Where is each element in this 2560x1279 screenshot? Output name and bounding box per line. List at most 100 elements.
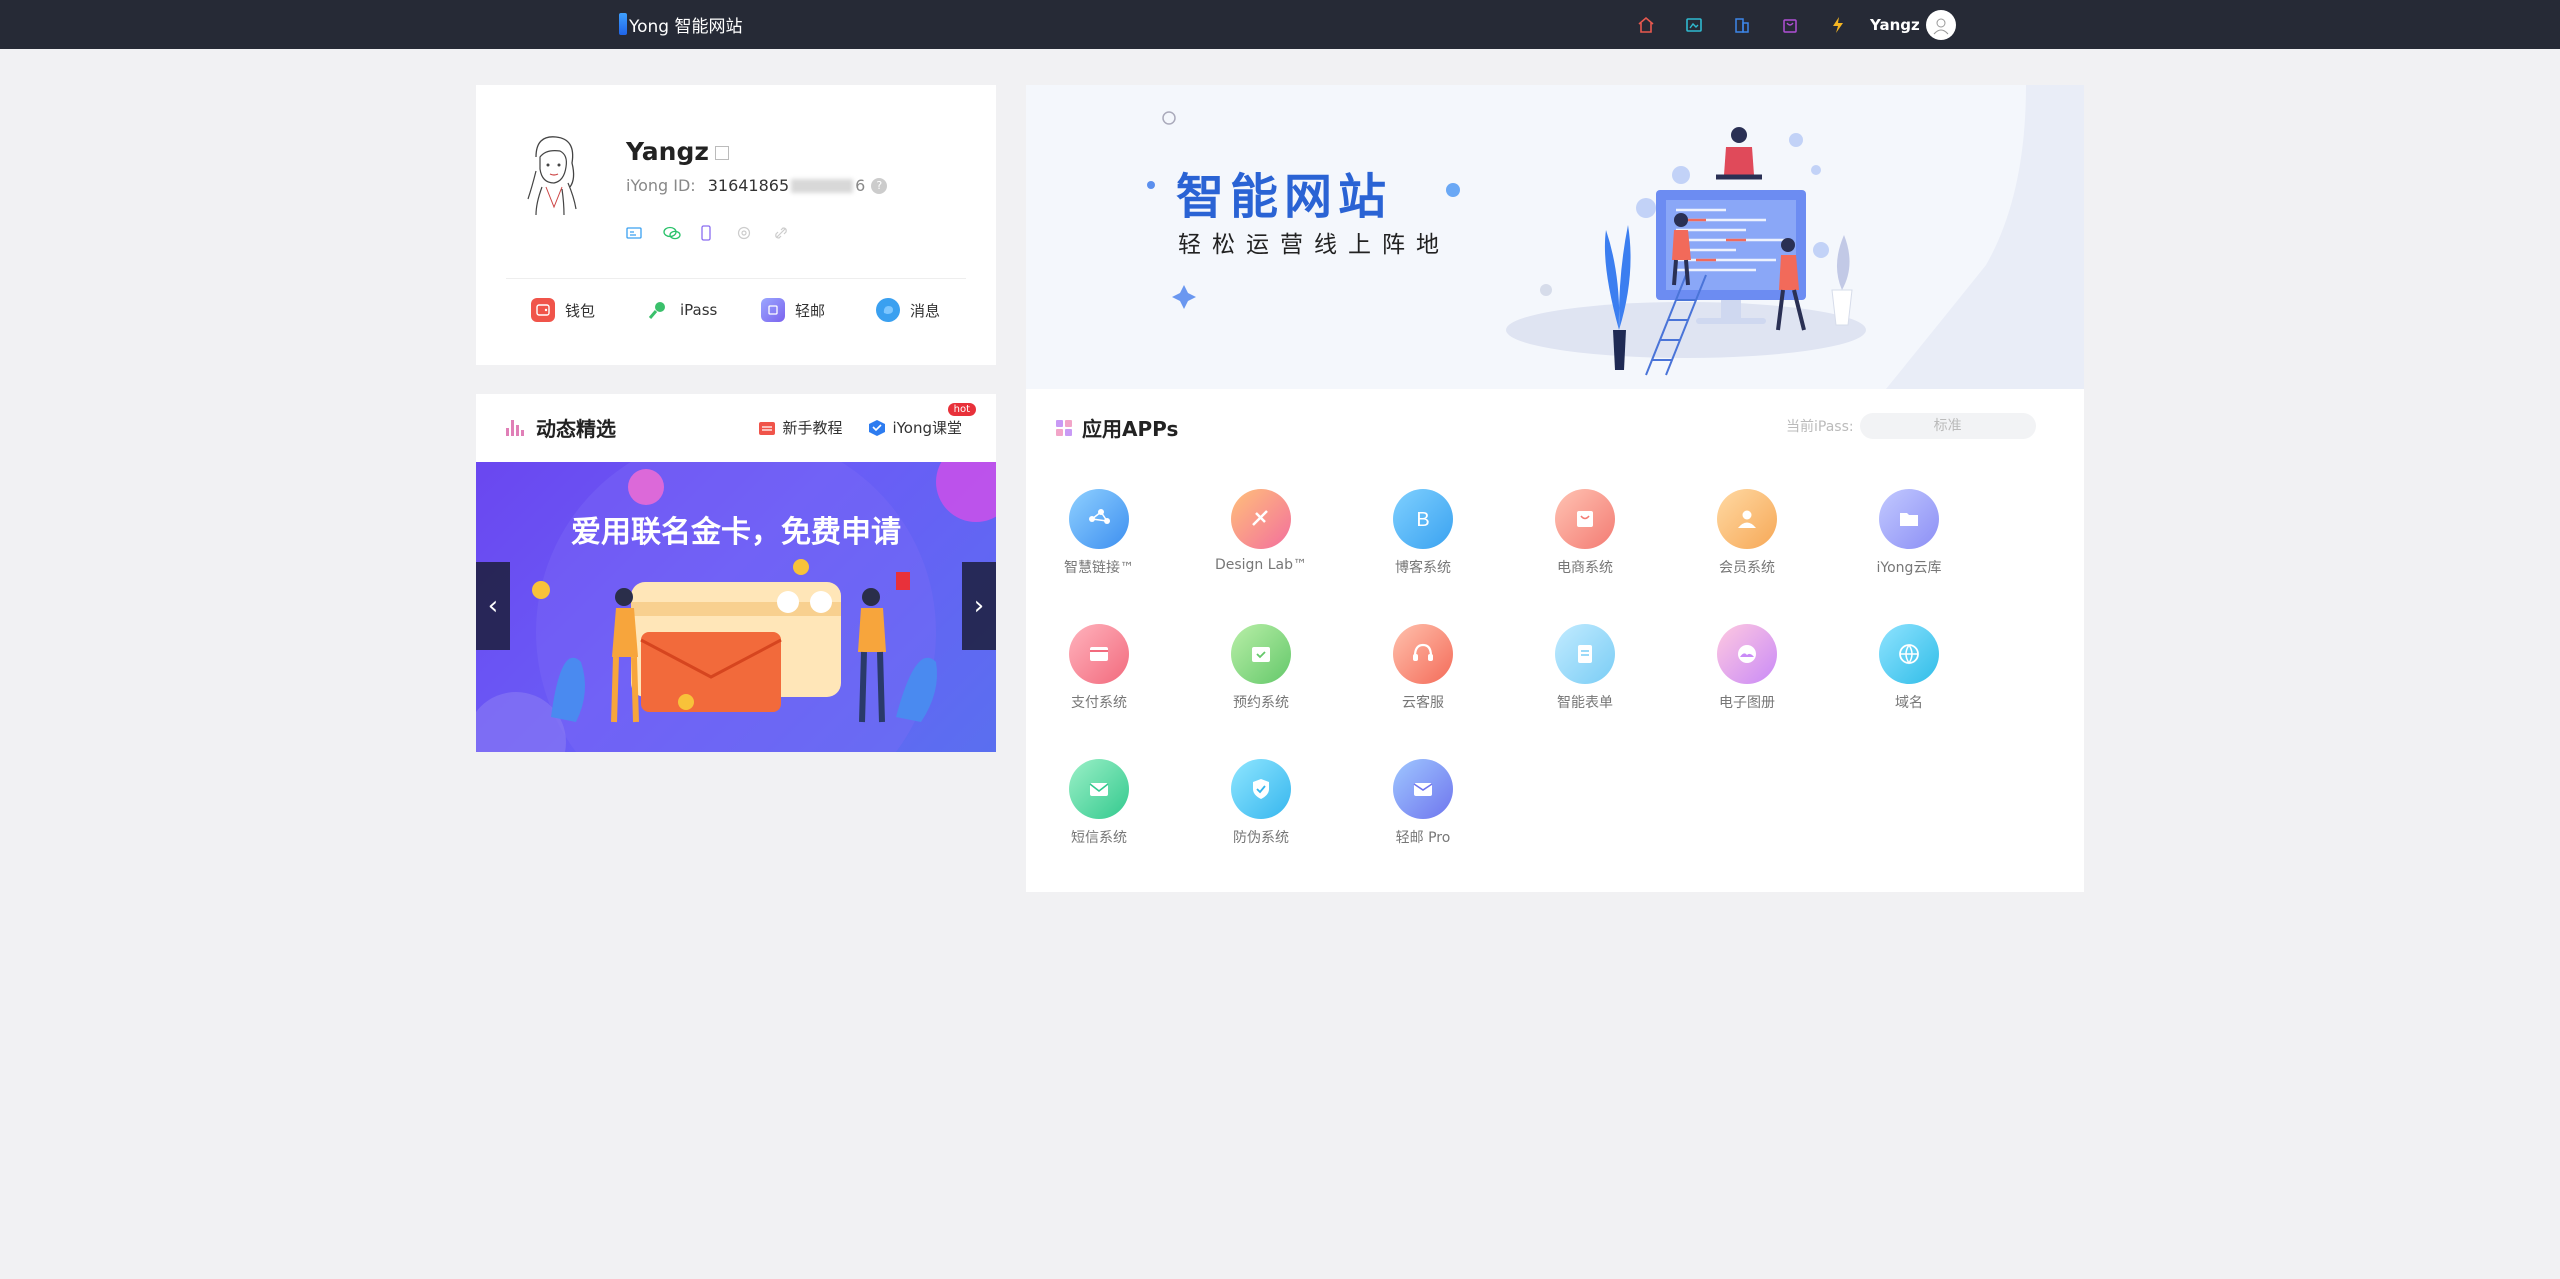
id-suffix: 6 <box>855 176 866 195</box>
app-member[interactable]: 会员系统 <box>1677 489 1817 577</box>
cloud-folder-icon <box>1879 489 1939 549</box>
ipass-label: 当前iPass: <box>1786 419 1854 435</box>
apps-heading: 应用APPs <box>1056 413 1178 442</box>
app-smart-link[interactable]: 智慧链接™ <box>1029 489 1169 577</box>
app-label: 预约系统 <box>1233 695 1289 711</box>
app-label: iYong云库 <box>1876 560 1942 576</box>
app-blog[interactable]: B 博客系统 <box>1353 489 1493 577</box>
customer-service-icon <box>1393 624 1453 684</box>
classroom-label: iYong课堂 <box>892 419 962 437</box>
news-title-text: 动态精选 <box>536 417 616 441</box>
hero-subtitle: 轻松运营线上阵地 <box>1178 232 1450 258</box>
link-icon[interactable] <box>774 223 811 243</box>
app-label: 短信系统 <box>1071 830 1127 846</box>
app-label: 支付系统 <box>1071 695 1127 711</box>
logo-mark-icon <box>619 13 627 35</box>
mail-pro-icon <box>1393 759 1453 819</box>
hot-badge: hot <box>947 403 976 416</box>
building-icon[interactable] <box>1718 10 1766 40</box>
app-domain[interactable]: 域名 <box>1839 624 1979 712</box>
domain-icon <box>1879 624 1939 684</box>
wallet-label: 钱包 <box>565 301 596 320</box>
app-label: 智慧链接™ <box>1064 560 1134 576</box>
banner-prev-button[interactable]: ‹ <box>476 562 510 650</box>
classroom-link[interactable]: iYong课堂 hot <box>868 403 976 438</box>
app-label: 电商系统 <box>1557 560 1613 576</box>
hero-banner: 智能网站 轻松运营线上阵地 <box>1026 85 2084 389</box>
bar-chart-icon <box>506 419 526 436</box>
form-icon <box>1555 624 1615 684</box>
ipass-label: iPass <box>680 301 718 319</box>
app-design-lab[interactable]: Design Lab™ <box>1191 489 1331 573</box>
classroom-icon <box>868 419 886 437</box>
user-avatar[interactable] <box>1925 10 1956 40</box>
tutorial-link[interactable]: 新手教程 <box>758 417 842 438</box>
message-button[interactable]: 消息 <box>876 298 940 322</box>
help-icon[interactable]: ? <box>871 177 888 194</box>
profile-card: Yangz iYong ID: 31641865 6 ? 钱包 iPass 轻邮… <box>476 85 996 365</box>
lightning-icon[interactable] <box>1814 10 1862 40</box>
hero-title: 智能网站 <box>1176 169 1393 225</box>
news-links: 新手教程 iYong课堂 hot <box>732 403 976 438</box>
logo-text: Yong 智能网站 <box>629 16 743 37</box>
message-icon <box>876 298 900 322</box>
bag-icon[interactable] <box>1766 10 1814 40</box>
profile-id: iYong ID: 31641865 6 ? <box>626 176 888 195</box>
home-icon[interactable] <box>1622 10 1670 40</box>
app-customer-service[interactable]: 云客服 <box>1353 624 1493 712</box>
promo-banner[interactable]: 爱用联名金卡，免费申请 ‹ › <box>476 462 996 752</box>
apps-grid-icon <box>1056 419 1072 436</box>
app-payment[interactable]: 支付系统 <box>1029 624 1169 712</box>
app-form[interactable]: 智能表单 <box>1515 624 1655 712</box>
ipass-button[interactable]: iPass <box>646 298 717 322</box>
app-booking[interactable]: 预约系统 <box>1191 624 1331 712</box>
apps-card: 智能网站 轻松运营线上阵地 应用APPs 当前iPass: 标准 智慧链接™ De… <box>1026 85 2084 892</box>
message-label: 消息 <box>910 301 941 320</box>
id-masked-digits <box>791 178 854 193</box>
tutorial-label: 新手教程 <box>782 419 843 437</box>
app-label: 智能表单 <box>1557 695 1613 711</box>
member-icon <box>1717 489 1777 549</box>
mail-label: 轻邮 <box>795 301 826 320</box>
mail-button[interactable]: 轻邮 <box>761 298 825 322</box>
app-label: 博客系统 <box>1395 560 1451 576</box>
top-nav: Yangz <box>1622 10 1956 40</box>
top-bar: Yong 智能网站 Yangz <box>0 0 2560 49</box>
banner-next-button[interactable]: › <box>962 562 996 650</box>
profile-avatar[interactable] <box>506 127 596 217</box>
account-bindings <box>626 223 811 243</box>
app-label: Design Lab™ <box>1214 557 1308 573</box>
blog-icon: B <box>1393 489 1453 549</box>
wallet-button[interactable]: 钱包 <box>531 298 595 322</box>
user-name[interactable]: Yangz <box>1870 16 1920 34</box>
id-label: iYong ID: <box>626 176 696 195</box>
profile-name-text: Yangz <box>626 137 709 166</box>
wallet-icon <box>531 298 555 322</box>
svg-text:B: B <box>1416 509 1429 531</box>
profile-name: Yangz <box>626 137 729 166</box>
smart-link-icon <box>1069 489 1129 549</box>
app-album[interactable]: 电子图册 <box>1677 624 1817 712</box>
app-label: 防伪系统 <box>1233 830 1289 846</box>
phone-icon[interactable] <box>700 223 737 243</box>
id-card-icon[interactable] <box>626 223 663 243</box>
gallery-icon[interactable] <box>1670 10 1718 40</box>
wechat-icon[interactable] <box>663 223 700 243</box>
profile-divider <box>506 278 966 279</box>
app-mail-pro[interactable]: 轻邮 Pro <box>1353 759 1493 847</box>
payment-icon <box>1069 624 1129 684</box>
app-cloud-folder[interactable]: iYong云库 <box>1839 489 1979 577</box>
edit-name-icon[interactable] <box>714 146 729 160</box>
ipass-status: 当前iPass: 标准 <box>1786 413 2036 439</box>
ipass-value: 标准 <box>1859 413 2036 439</box>
email-icon[interactable] <box>737 223 774 243</box>
site-logo[interactable]: Yong 智能网站 <box>619 12 743 37</box>
news-title: 动态精选 <box>506 413 616 442</box>
album-icon <box>1717 624 1777 684</box>
mail-icon <box>761 298 785 322</box>
app-shield[interactable]: 防伪系统 <box>1191 759 1331 847</box>
tutorial-icon <box>758 419 776 437</box>
app-shop[interactable]: 电商系统 <box>1515 489 1655 577</box>
app-sms[interactable]: 短信系统 <box>1029 759 1169 847</box>
app-label: 电子图册 <box>1719 695 1775 711</box>
